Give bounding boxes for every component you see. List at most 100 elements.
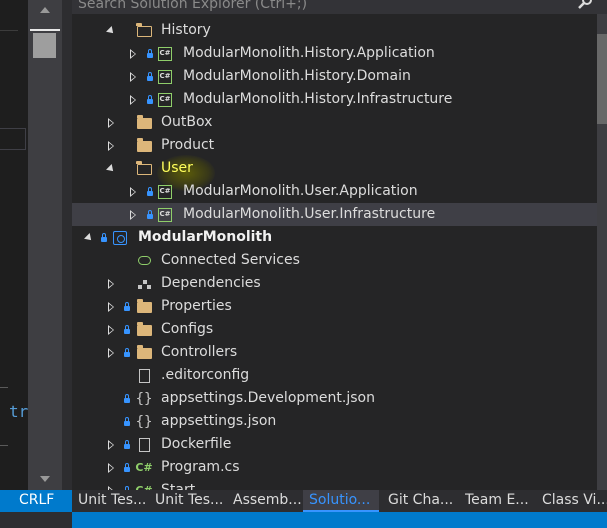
lock-icon xyxy=(146,42,154,65)
tree-item-file[interactable]: C# Program.cs xyxy=(72,456,597,479)
tree-item-label: OutBox xyxy=(161,114,213,130)
tree-item-controllers-folder[interactable]: Controllers xyxy=(72,341,597,364)
tree-item-product-folder[interactable]: Product xyxy=(72,134,597,157)
tree-item-user-folder[interactable]: User xyxy=(72,157,597,180)
tree-item-label: ModularMonolith.History.Infrastructure xyxy=(183,91,453,107)
tree-item-project-selected[interactable]: C# ModularMonolith.User.Infrastructure xyxy=(72,203,597,226)
tree-item-label: ModularMonolith xyxy=(138,229,273,245)
lock-icon xyxy=(123,433,131,456)
tree-item-label: Properties xyxy=(161,298,232,314)
tab-git-changes[interactable]: Git Cha... xyxy=(388,490,460,512)
expand-icon[interactable] xyxy=(105,272,117,295)
expand-icon[interactable] xyxy=(127,42,139,65)
expand-icon[interactable] xyxy=(105,456,117,479)
tree-item-file[interactable]: Dockerfile xyxy=(72,433,597,456)
lock-icon xyxy=(123,341,131,364)
editor-divider xyxy=(0,30,18,31)
tree-item-label: Product xyxy=(161,137,215,153)
json-file-icon: {} xyxy=(135,390,153,407)
tree-item-label: Connected Services xyxy=(161,252,300,268)
editor-vertical-scrollbar[interactable] xyxy=(28,0,62,490)
folder-open-icon xyxy=(135,157,153,180)
tree-item-label: Dockerfile xyxy=(161,436,232,452)
tab-unit-test-2[interactable]: Unit Tes... xyxy=(155,490,227,512)
tree-item-project[interactable]: C# ModularMonolith.User.Application xyxy=(72,180,597,203)
expand-icon[interactable] xyxy=(105,318,117,341)
lock-icon xyxy=(146,180,154,203)
tree-item-label: .editorconfig xyxy=(161,367,250,383)
collapse-icon[interactable] xyxy=(83,226,95,249)
solution-explorer: History C# ModularMonolith.History.Appli… xyxy=(72,0,607,490)
expand-icon[interactable] xyxy=(105,111,117,134)
csharp-file-icon: C# xyxy=(135,479,153,490)
search-bar xyxy=(72,0,607,14)
tree-item-label: Controllers xyxy=(161,344,238,360)
tree-item-web-project[interactable]: ModularMonolith xyxy=(72,226,597,249)
expand-icon[interactable] xyxy=(105,295,117,318)
tree-item-configs-folder[interactable]: Configs xyxy=(72,318,597,341)
tree-item-label: ModularMonolith.User.Infrastructure xyxy=(183,206,436,222)
line-ending-indicator[interactable]: CRLF xyxy=(0,490,72,512)
expand-icon[interactable] xyxy=(127,180,139,203)
tree-item-label: Start xyxy=(161,482,196,490)
expand-icon[interactable] xyxy=(105,341,117,364)
status-bar-left xyxy=(0,512,72,528)
csharp-project-icon: C# xyxy=(156,180,174,203)
tree-item-outbox-folder[interactable]: OutBox xyxy=(72,111,597,134)
web-project-icon xyxy=(111,226,129,249)
file-icon xyxy=(135,364,153,387)
search-icon[interactable] xyxy=(577,0,593,10)
expand-icon[interactable] xyxy=(105,433,117,456)
tab-assembly[interactable]: Assemb... xyxy=(233,490,301,512)
scroll-position-marker xyxy=(30,29,60,31)
tree-item-label: User xyxy=(161,160,193,176)
csharp-project-icon: C# xyxy=(156,203,174,226)
panel-splitter[interactable] xyxy=(62,0,72,490)
tree-item-project[interactable]: C# ModularMonolith.History.Infrastructur… xyxy=(72,88,597,111)
tree-item-project[interactable]: C# ModularMonolith.History.Application xyxy=(72,42,597,65)
lock-icon xyxy=(123,456,131,479)
expand-icon[interactable] xyxy=(127,65,139,88)
editor-fragment-box xyxy=(0,128,26,150)
tree-item-connected-services[interactable]: Connected Services xyxy=(72,249,597,272)
tree-item-dependencies[interactable]: Dependencies xyxy=(72,272,597,295)
lock-icon xyxy=(123,295,131,318)
scrollbar-thumb[interactable] xyxy=(33,33,56,58)
csharp-file-icon: C# xyxy=(135,461,153,474)
tree-item-properties[interactable]: Properties xyxy=(72,295,597,318)
tree-item-label: ModularMonolith.User.Application xyxy=(183,183,418,199)
scroll-down-icon[interactable] xyxy=(40,476,50,482)
folder-icon xyxy=(135,318,153,341)
tab-class-view[interactable]: Class Vi... xyxy=(542,490,607,512)
expand-icon[interactable] xyxy=(127,88,139,111)
connected-services-icon xyxy=(135,249,153,272)
folder-icon xyxy=(135,111,153,134)
tree-item-project[interactable]: C# ModularMonolith.History.Domain xyxy=(72,65,597,88)
tab-unit-test-1[interactable]: Unit Tes... xyxy=(78,490,150,512)
collapse-icon[interactable] xyxy=(105,19,117,42)
tree-item-file[interactable]: C# Start xyxy=(72,479,597,490)
expand-icon[interactable] xyxy=(105,479,117,490)
json-file-icon: {} xyxy=(135,413,153,430)
explorer-vertical-scrollbar[interactable] xyxy=(597,14,607,490)
scrollbar-thumb[interactable] xyxy=(597,34,607,124)
code-editor[interactable]: tr xyxy=(0,0,28,490)
lock-icon xyxy=(146,203,154,226)
expand-icon[interactable] xyxy=(105,134,117,157)
collapse-icon[interactable] xyxy=(105,157,117,180)
lock-icon xyxy=(123,479,131,490)
tree-item-label: Dependencies xyxy=(161,275,261,291)
tree-item-file[interactable]: {} appsettings.Development.json xyxy=(72,387,597,410)
lock-icon xyxy=(123,387,131,410)
tab-solution-explorer[interactable]: Solutio... xyxy=(303,490,379,512)
scroll-up-icon[interactable] xyxy=(40,7,50,13)
search-input[interactable] xyxy=(72,0,578,14)
lock-icon xyxy=(146,65,154,88)
tree-item-label: ModularMonolith.History.Application xyxy=(183,45,435,61)
tab-team-explorer[interactable]: Team E... xyxy=(465,490,535,512)
tree-item-file[interactable]: {} appsettings.json xyxy=(72,410,597,433)
tree-item-file[interactable]: .editorconfig xyxy=(72,364,597,387)
expand-icon[interactable] xyxy=(127,203,139,226)
tree-item-history-folder[interactable]: History xyxy=(72,19,597,42)
lock-icon xyxy=(123,318,131,341)
